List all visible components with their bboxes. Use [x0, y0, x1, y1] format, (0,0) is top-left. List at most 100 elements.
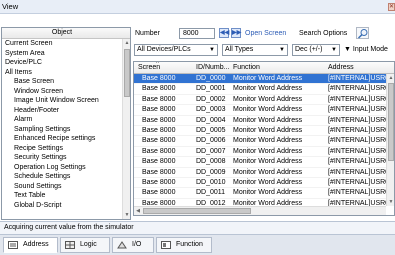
- function-icon: [161, 241, 171, 249]
- cell-screen: Base 8000: [142, 137, 176, 145]
- object-tree-item[interactable]: Schedule Settings: [2, 172, 122, 182]
- table-row[interactable]: Base 8000 DD_0007 Monitor Word Address [#IN…: [134, 147, 390, 158]
- object-tree-item[interactable]: System Area: [2, 49, 122, 59]
- object-panel-header[interactable]: Object: [2, 28, 130, 39]
- tab-label: I/O: [132, 241, 142, 248]
- scrollbar-thumb[interactable]: [124, 49, 130, 97]
- column-header-address[interactable]: Address: [328, 64, 354, 71]
- table-row[interactable]: Base 8000 DD_0005 Monitor Word Address [#IN…: [134, 126, 389, 137]
- table-row[interactable]: Base 8000 DD_0004 Monitor Word Address [#IN…: [134, 116, 390, 126]
- table-row[interactable]: Base 8000 DD_0000 Monitor Word Address [#IN…: [134, 74, 389, 85]
- object-tree-item[interactable]: Base Screen: [2, 77, 122, 87]
- object-tree-item[interactable]: Operation Log Settings: [2, 163, 122, 173]
- table-row[interactable]: Base 8000 DD_0006 Monitor Word Address [#IN…: [134, 136, 389, 147]
- table-row[interactable]: Base 8000 DD_0003 Monitor Word Address [#IN…: [134, 105, 390, 116]
- search-options-button[interactable]: [356, 27, 369, 39]
- scrollbar-thumb[interactable]: [388, 83, 394, 161]
- sort-ascending-icon: ^: [156, 61, 159, 67]
- cell-address: [#INTERNAL]USR0: [328, 116, 390, 124]
- tab-label: Logic: [80, 241, 97, 248]
- cell-function: Monitor Word Address: [233, 147, 303, 155]
- previous-screen-button[interactable]: ◀◀: [219, 28, 229, 38]
- scroll-left-icon[interactable]: ◀: [134, 207, 142, 215]
- object-tree-item[interactable]: Window Screen: [2, 87, 122, 97]
- object-tree-item[interactable]: Device/PLC: [2, 58, 122, 68]
- object-tree-item[interactable]: Current Screen: [2, 39, 122, 49]
- object-tree-item[interactable]: Enhanced Recipe settings: [2, 134, 122, 144]
- cell-screen: Base 8000: [142, 147, 176, 155]
- number-label: Number: [135, 30, 160, 37]
- table-row[interactable]: Base 8000 DD_0010 Monitor Word Address [#IN…: [134, 178, 389, 189]
- cell-id: DD_0010: [196, 178, 226, 186]
- open-screen-button[interactable]: Open Screen: [245, 30, 286, 37]
- address-table: Screen ^ ID/Numb... Function Address Bas…: [133, 61, 395, 216]
- scrollbar-thumb[interactable]: [143, 208, 251, 214]
- tab-function[interactable]: Function: [156, 237, 212, 253]
- logic-icon: [65, 241, 75, 249]
- input-mode-dropdown[interactable]: ▼ Input Mode: [344, 46, 388, 53]
- tab-io[interactable]: I/O: [112, 237, 154, 253]
- cell-address: [#INTERNAL]USR0: [328, 106, 390, 114]
- format-dropdown[interactable]: Dec (+/-) ▼: [292, 44, 340, 56]
- table-row[interactable]: Base 8000 DD_0002 Monitor Word Address [#IN…: [134, 95, 389, 106]
- scroll-up-icon[interactable]: ▲: [123, 39, 131, 47]
- object-panel: Object Current Screen System Area Device/P…: [1, 27, 131, 220]
- table-body: Base 8000 DD_0000 Monitor Word Address [#IN…: [134, 74, 390, 210]
- search-options-label[interactable]: Search Options: [299, 30, 347, 37]
- window-title: View: [2, 2, 19, 11]
- close-icon[interactable]: ✕: [388, 3, 395, 11]
- device-filter-dropdown[interactable]: All Devices/PLCs ▼: [134, 44, 218, 56]
- cell-function: Monitor Word Address: [233, 189, 303, 197]
- cell-screen: Base 8000: [142, 106, 176, 114]
- object-tree-item[interactable]: Sampling Settings: [2, 125, 122, 135]
- object-tree-item[interactable]: Sound Settings: [2, 182, 122, 192]
- object-tree-item[interactable]: Header/Footer: [2, 106, 122, 116]
- cell-id: DD_0007: [196, 147, 226, 155]
- cell-address: [#INTERNAL]USR0: [328, 158, 390, 166]
- object-list: Current Screen System Area Device/PLC All I…: [2, 39, 122, 210]
- type-filter-value: All Types: [225, 46, 254, 53]
- object-tree-item[interactable]: Security Settings: [2, 153, 122, 163]
- type-filter-dropdown[interactable]: All Types ▼: [222, 44, 288, 56]
- format-value: Dec (+/-): [295, 46, 323, 53]
- magnifier-icon: [357, 29, 368, 39]
- address-icon: [8, 241, 18, 249]
- cell-function: Monitor Word Address: [233, 85, 303, 93]
- table-vertical-scrollbar[interactable]: ▲ ▼: [386, 74, 394, 206]
- table-horizontal-scrollbar[interactable]: ◀: [134, 206, 386, 215]
- cell-screen: Base 8000: [142, 168, 176, 176]
- object-tree-item[interactable]: Alarm: [2, 115, 122, 125]
- object-tree-item[interactable]: All Items: [2, 68, 122, 78]
- input-mode-label: Input Mode: [352, 46, 388, 53]
- object-tree-item[interactable]: Recipe Settings: [2, 144, 122, 154]
- object-tree-item[interactable]: Text Table: [2, 191, 122, 201]
- cell-address: [#INTERNAL]USR0: [328, 147, 390, 155]
- scroll-down-icon[interactable]: ▼: [123, 211, 131, 219]
- address-view: Number 8000 ◀◀ ▶▶ Open Screen Search Opt…: [133, 27, 395, 220]
- object-tree-item[interactable]: Global D-Script: [2, 201, 122, 211]
- table-row[interactable]: Base 8000 DD_0009 Monitor Word Address [#IN…: [134, 168, 389, 178]
- table-row[interactable]: Base 8000 DD_0008 Monitor Word Address [#IN…: [134, 157, 390, 168]
- chevron-down-icon: ▼: [209, 47, 215, 53]
- object-tree-item[interactable]: Image Unit Window Screen: [2, 96, 122, 106]
- column-header-function[interactable]: Function: [233, 64, 260, 71]
- next-screen-button[interactable]: ▶▶: [231, 28, 241, 38]
- tab-address[interactable]: Address: [3, 237, 58, 253]
- cell-function: Monitor Word Address: [233, 168, 303, 176]
- cell-function: Monitor Word Address: [233, 95, 303, 103]
- chevron-down-icon: ▼: [331, 47, 337, 53]
- device-filter-value: All Devices/PLCs: [137, 46, 191, 53]
- table-row[interactable]: Base 8000 DD_0011 Monitor Word Address [#IN…: [134, 188, 389, 199]
- cell-function: Monitor Word Address: [233, 126, 303, 134]
- column-header-id[interactable]: ID/Numb...: [196, 64, 229, 71]
- bottom-tab-bar: Address Logic I/O Function: [0, 234, 395, 255]
- object-list-scrollbar[interactable]: ▲ ▼: [122, 39, 130, 219]
- number-input[interactable]: 8000: [179, 28, 215, 39]
- cell-function: Monitor Word Address: [233, 137, 303, 145]
- cell-id: DD_0006: [196, 137, 226, 145]
- table-row[interactable]: Base 8000 DD_0001 Monitor Word Address [#IN…: [134, 84, 389, 95]
- tab-logic[interactable]: Logic: [60, 237, 110, 253]
- scroll-down-icon[interactable]: ▼: [387, 198, 394, 206]
- cell-screen: Base 8000: [142, 126, 176, 134]
- scroll-up-icon[interactable]: ▲: [387, 74, 394, 82]
